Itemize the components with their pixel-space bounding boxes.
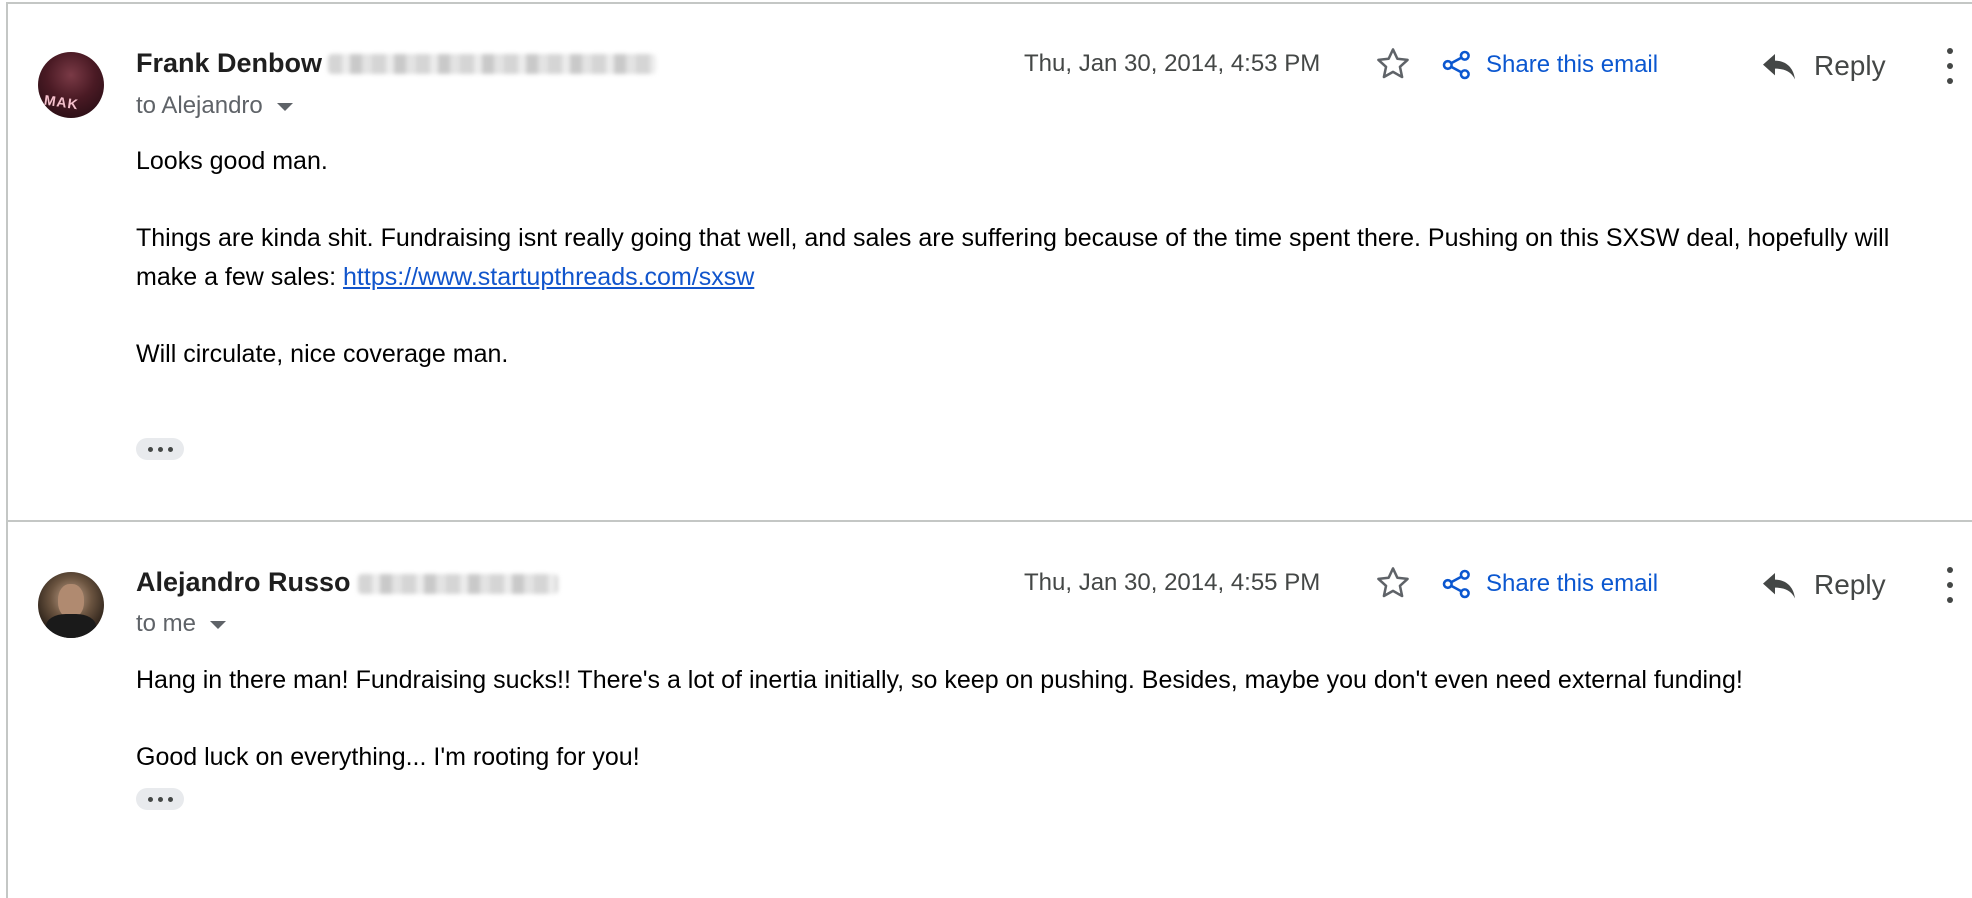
star-outline-icon[interactable]: [1374, 564, 1412, 602]
avatar[interactable]: MAK: [38, 52, 104, 118]
sender-name[interactable]: Alejandro Russo: [136, 567, 351, 598]
show-trimmed-content-icon[interactable]: [136, 438, 184, 460]
share-email-button[interactable]: Share this email: [1440, 565, 1658, 603]
star-outline-icon[interactable]: [1374, 45, 1412, 83]
sxsw-link[interactable]: https://www.startupthreads.com/sxsw: [343, 263, 754, 291]
body-paragraph: Things are kinda shit. Fundraising isnt …: [136, 219, 1956, 297]
message-body: Hang in there man! Fundraising sucks!! T…: [136, 661, 1956, 777]
avatar[interactable]: [38, 572, 104, 638]
more-vert-icon[interactable]: [1944, 567, 1956, 603]
body-paragraph: Good luck on everything... I'm rooting f…: [136, 743, 640, 771]
share-email-label: Share this email: [1486, 51, 1659, 78]
show-trimmed-content-icon[interactable]: [136, 788, 184, 810]
sender-email-redacted: [328, 54, 656, 74]
caret-down-icon[interactable]: [210, 620, 227, 629]
avatar-text: MAK: [43, 91, 80, 113]
body-paragraph: Looks good man.: [136, 147, 328, 175]
email-message: Alejandro Russo to me Thu, Jan 30, 2014,…: [0, 522, 1972, 898]
message-date: Thu, Jan 30, 2014, 4:53 PM: [1024, 50, 1321, 77]
recipient-line[interactable]: to me: [136, 610, 227, 638]
email-message: MAK Frank Denbow to Alejandro Thu, Jan 3…: [0, 0, 1972, 520]
body-paragraph: Will circulate, nice coverage man.: [136, 340, 509, 368]
share-icon: [1442, 569, 1470, 599]
reply-label: Reply: [1814, 569, 1886, 600]
recipient-label: to me: [136, 610, 197, 637]
message-date: Thu, Jan 30, 2014, 4:55 PM: [1024, 569, 1321, 596]
reply-arrow-icon: [1763, 54, 1795, 80]
reply-button[interactable]: Reply: [1760, 565, 1886, 605]
message-body: Looks good man. Things are kinda shit. F…: [136, 142, 1956, 412]
reply-button[interactable]: Reply: [1760, 46, 1886, 86]
avatar-face: [58, 584, 84, 618]
share-email-button[interactable]: Share this email: [1440, 46, 1658, 84]
avatar-body: [46, 614, 96, 638]
reply-arrow-icon: [1763, 573, 1795, 599]
sender-email-redacted: [358, 574, 558, 594]
recipient-label: to Alejandro: [136, 92, 263, 119]
reply-label: Reply: [1814, 50, 1886, 81]
caret-down-icon[interactable]: [276, 102, 293, 111]
share-email-label: Share this email: [1486, 570, 1659, 597]
share-icon: [1442, 50, 1470, 80]
more-vert-icon[interactable]: [1944, 48, 1956, 84]
sender-name[interactable]: Frank Denbow: [136, 48, 322, 79]
body-paragraph: Hang in there man! Fundraising sucks!! T…: [136, 666, 1743, 694]
recipient-line[interactable]: to Alejandro: [136, 92, 293, 120]
